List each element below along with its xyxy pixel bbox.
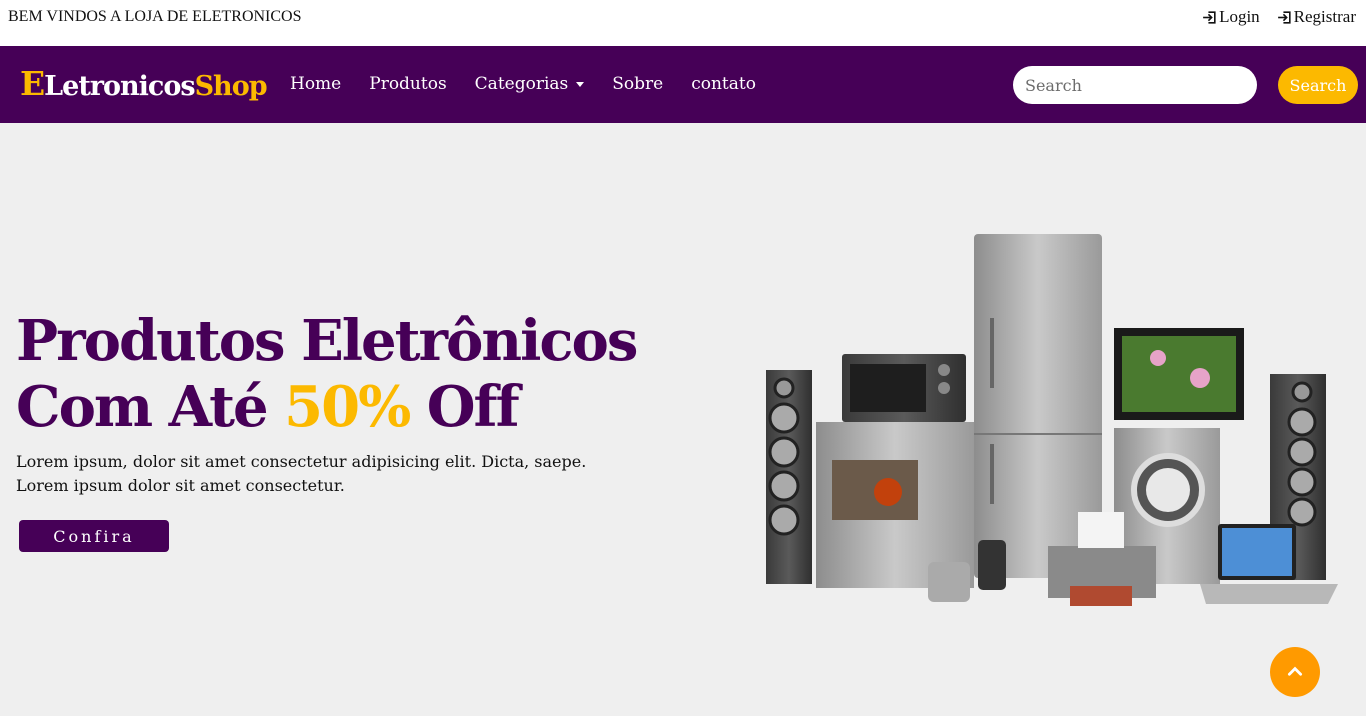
login-label: Login <box>1219 7 1260 26</box>
confira-button[interactable]: Confira <box>19 520 169 552</box>
brand-initial: E <box>20 64 45 103</box>
hero-description-line1: Lorem ipsum, dolor sit amet consectetur … <box>16 452 587 471</box>
auth-links: Login Registrar <box>1201 7 1356 27</box>
welcome-message: BEM VINDOS A LOJA DE ELETRONICOS <box>8 8 302 25</box>
brand-suffix: Shop <box>194 71 268 102</box>
hero-description: Lorem ipsum, dolor sit amet consectetur … <box>16 450 596 498</box>
hero-title: Produtos Eletrônicos Com Até 50% Off <box>16 308 638 440</box>
brand-logo[interactable]: ELetronicosShop <box>20 64 268 103</box>
nav-contato[interactable]: contato <box>691 74 756 94</box>
hero-title-line2-prefix: Com Até <box>16 374 285 440</box>
register-icon <box>1277 10 1291 24</box>
hero-discount-highlight: 50% <box>284 374 411 440</box>
nav-menu: Home Produtos Categorias Sobre contato <box>290 74 756 94</box>
hero-description-line2: Lorem ipsum dolor sit amet consectetur. <box>16 476 345 495</box>
nav-home[interactable]: Home <box>290 74 341 94</box>
brand-main: Letronicos <box>44 71 195 102</box>
electronics-hero-image <box>766 234 1338 606</box>
register-label: Registrar <box>1293 7 1356 26</box>
chevron-up-icon <box>1287 666 1303 676</box>
nav-categorias-label: Categorias <box>474 74 569 94</box>
hero-title-line2-suffix: Off <box>409 374 520 440</box>
search-input[interactable] <box>1013 66 1257 104</box>
nav-sobre[interactable]: Sobre <box>612 74 663 94</box>
scroll-to-top-button[interactable] <box>1270 647 1320 697</box>
login-icon <box>1203 10 1216 24</box>
login-link[interactable]: Login <box>1201 7 1260 27</box>
caret-down-icon <box>576 81 585 87</box>
top-strip: BEM VINDOS A LOJA DE ELETRONICOS Login R… <box>0 0 1366 46</box>
nav-categorias-dropdown[interactable]: Categorias <box>475 74 585 94</box>
register-link[interactable]: Registrar <box>1276 7 1356 27</box>
main-navbar: ELetronicosShop Home Produtos Categorias… <box>0 46 1366 123</box>
hero-title-line1: Produtos Eletrônicos <box>16 308 638 374</box>
search-button[interactable]: Search <box>1278 66 1358 104</box>
nav-produtos[interactable]: Produtos <box>369 74 446 94</box>
